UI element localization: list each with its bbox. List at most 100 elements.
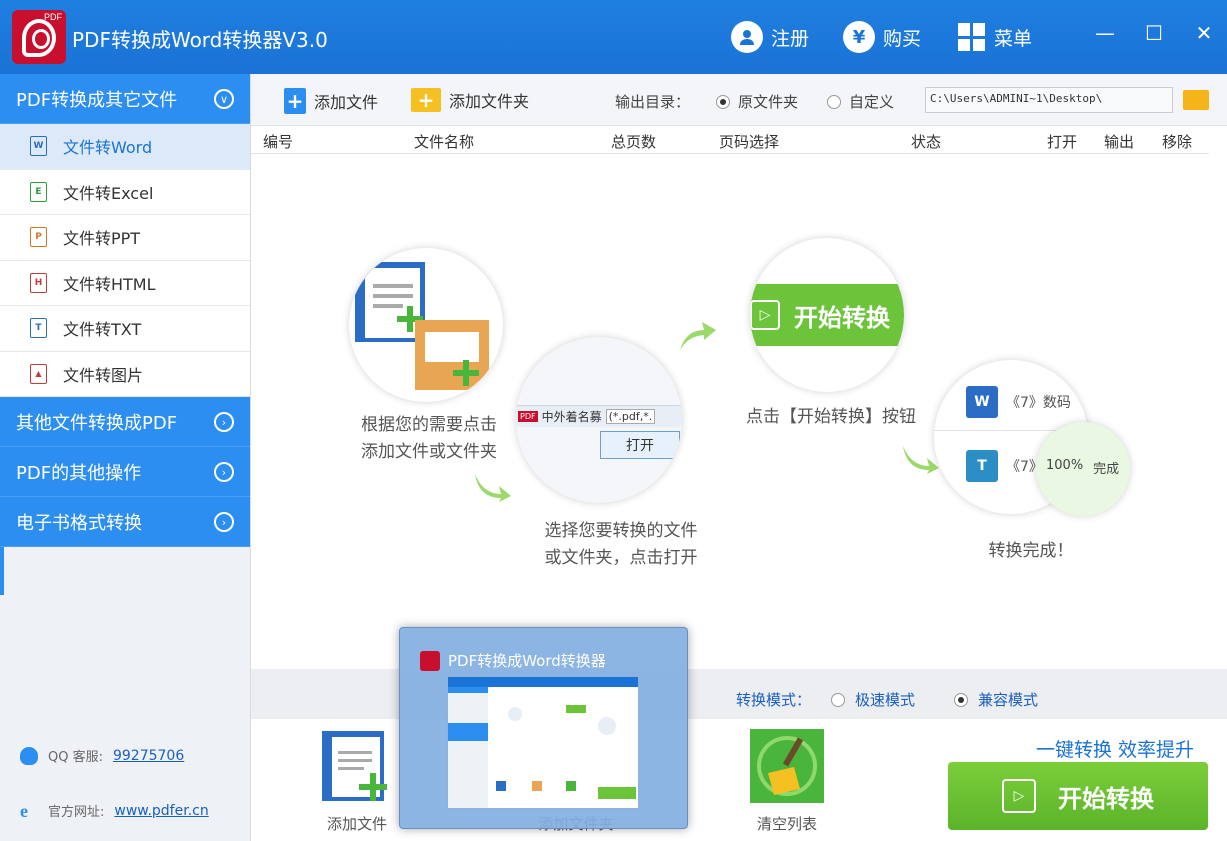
converted-file-row: T 《7》 xyxy=(966,450,1043,482)
qq-support: QQ 客服: 99275706 xyxy=(20,746,184,765)
option-label: 原文件夹 xyxy=(738,93,799,111)
dialog-file-filter: (*.pdf,*. xyxy=(605,409,656,424)
sidebar-item-html[interactable]: H 文件转HTML xyxy=(0,261,250,306)
preview-title: PDF转换成Word转换器 xyxy=(420,650,606,671)
start-convert-button[interactable]: ▷ 开始转换 xyxy=(948,762,1208,830)
radio-checked-icon xyxy=(954,692,968,707)
file-dialog-filename: PDF 中外着名募 (*.pdf,*. xyxy=(516,405,682,427)
mode-option-label: 极速模式 xyxy=(855,691,916,709)
sidebar-group-pdf-to-other[interactable]: PDF转换成其它文件 ∨ xyxy=(0,74,250,124)
yen-icon: ¥ xyxy=(843,21,875,53)
start-convert-label: 开始转换 xyxy=(1058,784,1154,813)
dialog-open-button: 打开 xyxy=(600,431,680,459)
column-header: 输出 xyxy=(1104,133,1135,151)
grid-menu-icon xyxy=(958,23,986,51)
close-button[interactable]: ✕ xyxy=(1187,18,1221,48)
sidebar-group-ebook[interactable]: 电子书格式转换 › xyxy=(0,497,250,547)
column-header: 总页数 xyxy=(611,133,657,151)
clear-list-button[interactable]: 清空列表 xyxy=(747,729,827,834)
site-url-link[interactable]: www.pdfer.cn xyxy=(114,803,208,819)
column-header: 打开 xyxy=(1047,133,1078,151)
sidebar-item-image[interactable]: ▲ 文件转图片 xyxy=(0,352,250,397)
sidebar-group-other-to-pdf[interactable]: 其他文件转换成PDF › xyxy=(0,397,250,447)
column-header: 状态 xyxy=(911,133,942,151)
chevron-right-icon: › xyxy=(214,512,234,532)
column-header: 页码选择 xyxy=(719,133,780,151)
step1-illustration xyxy=(349,248,503,402)
column-header: 编号 xyxy=(263,133,294,151)
step2-text: 选择您要转换的文件 或文件夹，点击打开 xyxy=(521,518,721,572)
qq-number-link[interactable]: 99275706 xyxy=(113,748,184,764)
progress-readout: 100% 完成 xyxy=(1046,458,1119,477)
sidebar-group-pdf-operations[interactable]: PDF的其他操作 › xyxy=(0,447,250,497)
menu-label: 菜单 xyxy=(994,27,1033,50)
add-file-icon: + xyxy=(284,88,306,114)
chevron-down-icon: ∨ xyxy=(214,89,234,109)
sidebar-item-txt[interactable]: T 文件转TXT xyxy=(0,306,250,352)
progress-bubble: 100% 完成 xyxy=(1036,422,1130,516)
qq-icon xyxy=(20,746,38,765)
preview-title-label: PDF转换成Word转换器 xyxy=(448,652,606,670)
html-file-icon: H xyxy=(30,272,47,293)
sidebar-group-label: 电子书格式转换 xyxy=(16,512,142,534)
sidebar-item-label: 文件转Word xyxy=(63,138,153,158)
output-original-radio[interactable]: 原文件夹 xyxy=(716,91,798,112)
compat-mode-radio[interactable]: 兼容模式 xyxy=(954,689,1038,710)
sidebar-item-label: 文件转HTML xyxy=(63,274,156,294)
converted-file-name: 《7》数码 xyxy=(1006,395,1071,411)
step3-illustration: ▷ 开始转换 xyxy=(750,238,904,392)
sidebar-item-label: 文件转PPT xyxy=(63,229,141,249)
minimize-button[interactable]: — xyxy=(1088,18,1122,48)
taskbar-window-preview[interactable]: PDF转换成Word转换器 xyxy=(399,627,688,829)
step1-line1: 根据您的需要点击 xyxy=(361,415,497,435)
browser-icon: e xyxy=(20,800,28,821)
buy-label: 购买 xyxy=(883,27,922,50)
add-file-label: 添加文件 xyxy=(314,93,379,112)
option-label: 自定义 xyxy=(849,93,895,111)
sidebar-scroll-indicator xyxy=(0,547,4,595)
chevron-right-icon: › xyxy=(214,412,234,432)
step2-illustration: PDF 中外着名募 (*.pdf,*. 打开 xyxy=(516,337,682,503)
mode-label: 转换模式： xyxy=(736,691,812,709)
progress-percent: 100% xyxy=(1046,458,1084,473)
register-button[interactable]: 注册 xyxy=(731,20,809,54)
app-logo-icon: PDF xyxy=(12,10,66,64)
add-folder-button[interactable]: + 添加文件夹 xyxy=(411,88,529,112)
step4-text: 转换完成！ xyxy=(988,541,1074,561)
menu-button[interactable]: 菜单 xyxy=(958,20,1032,54)
maximize-button[interactable]: ☐ xyxy=(1137,18,1171,48)
image-file-icon: ▲ xyxy=(30,363,47,384)
mode-option-label: 兼容模式 xyxy=(978,691,1039,709)
radio-checked-icon xyxy=(716,94,730,109)
step3-text: 点击【开始转换】按钮 xyxy=(746,407,916,427)
fast-mode-radio[interactable]: 极速模式 xyxy=(831,689,915,710)
step3-start-button-image: ▷ 开始转换 xyxy=(750,284,904,346)
play-icon: ▷ xyxy=(1002,779,1036,813)
buy-button[interactable]: ¥ 购买 xyxy=(843,20,921,54)
sidebar-item-word[interactable]: W 文件转Word xyxy=(0,124,250,170)
browse-folder-icon[interactable] xyxy=(1183,90,1209,110)
conversion-mode-bar: 转换模式： 极速模式 兼容模式 xyxy=(251,669,1227,719)
user-icon xyxy=(731,21,763,53)
bottom-add-file-button[interactable]: 添加文件 xyxy=(317,729,397,834)
bottom-action-bar: 添加文件 添加文件夹 清空列表 一键转换 效率提升 ▷ 开始转换 xyxy=(251,719,1227,841)
toolbar: + 添加文件 + 添加文件夹 输出目录： 原文件夹 自定义 C:\Users\A… xyxy=(251,74,1227,126)
step1-text: 根据您的需要点击 添加文件或文件夹 xyxy=(329,412,529,466)
sidebar-item-ppt[interactable]: P 文件转PPT xyxy=(0,215,250,261)
ppt-file-icon: P xyxy=(30,227,47,248)
add-folder-icon: + xyxy=(411,88,441,112)
sidebar-list: W 文件转Word E 文件转Excel P 文件转PPT H 文件转HTML … xyxy=(0,124,250,397)
add-file-button[interactable]: + 添加文件 xyxy=(284,88,378,114)
dialog-file-name: 中外着名募 xyxy=(541,410,602,424)
play-icon: ▷ xyxy=(750,300,780,330)
official-site: e 官方网址: www.pdfer.cn xyxy=(20,800,209,821)
column-header: 文件名称 xyxy=(414,133,475,151)
step3-button-label: 开始转换 xyxy=(794,303,890,332)
broom-icon xyxy=(750,729,824,803)
output-custom-radio[interactable]: 自定义 xyxy=(827,91,894,112)
output-path-field[interactable]: C:\Users\ADMINI~1\Desktop\ xyxy=(925,87,1173,113)
clear-list-label: 清空列表 xyxy=(756,815,817,833)
sidebar-group-label: PDF转换成其它文件 xyxy=(16,89,178,111)
sidebar-item-excel[interactable]: E 文件转Excel xyxy=(0,170,250,215)
column-header: 移除 xyxy=(1162,133,1193,151)
